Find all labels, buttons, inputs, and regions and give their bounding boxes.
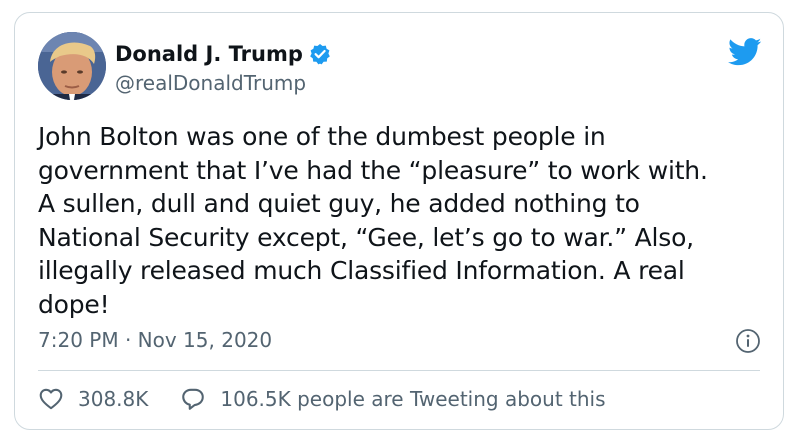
twitter-bird-icon[interactable] [728,38,762,66]
author-display-name[interactable]: Donald J. Trump [115,42,303,66]
heart-icon [39,388,63,410]
conversation-count: 106.5K people are Tweeting about this [220,387,606,411]
author-avatar[interactable] [38,32,106,100]
avatar-photo-icon [38,32,106,100]
author-name-row[interactable]: Donald J. Trump [115,41,331,67]
like-count: 308.8K [78,387,149,411]
author-handle[interactable]: @realDonaldTrump [115,71,306,95]
verified-badge-icon [309,43,331,65]
like-button[interactable]: 308.8K [38,386,148,412]
tweet-text: John Bolton was one of the dumbest peopl… [38,122,708,319]
tweet-timestamp[interactable]: 7:20 PM · Nov 15, 2020 [38,328,272,352]
stats-divider [38,370,760,371]
tweet-actions: 308.8K 106.5K people are Tweeting about … [38,385,606,413]
tweet-card: Donald J. Trump @realDonaldTrump John Bo… [14,12,784,430]
conversation-link[interactable]: 106.5K people are Tweeting about this [180,386,606,412]
info-icon[interactable] [735,328,761,354]
speech-bubble-icon [182,388,205,410]
